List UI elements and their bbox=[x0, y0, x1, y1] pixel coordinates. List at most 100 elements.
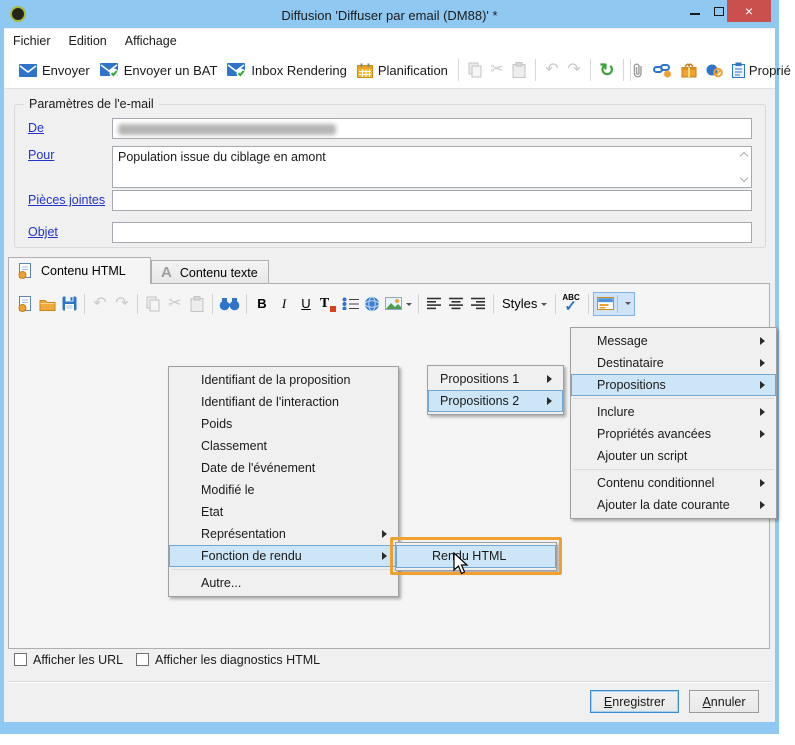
tab-contenu-texte[interactable]: A Contenu texte bbox=[151, 260, 269, 284]
menu-item-poids[interactable]: Poids bbox=[169, 413, 398, 435]
submenu-arrow-icon bbox=[760, 359, 769, 367]
scroll-down-icon[interactable] bbox=[737, 173, 750, 186]
menu-fichier[interactable]: Fichier bbox=[4, 31, 60, 51]
align-right-icon[interactable] bbox=[467, 292, 489, 316]
html-doc-icon bbox=[18, 263, 31, 279]
attachments-label-link[interactable]: Pièces jointes bbox=[28, 193, 105, 207]
menu-item-etat[interactable]: Etat bbox=[169, 501, 398, 523]
properties-clipboard-icon bbox=[731, 62, 745, 78]
attachment-icon[interactable] bbox=[632, 62, 644, 79]
to-label-link[interactable]: Pour bbox=[28, 148, 54, 162]
envelope-check-icon bbox=[99, 62, 119, 77]
refresh-icon[interactable]: ↻ bbox=[596, 58, 618, 82]
menu-item-destinataire[interactable]: Destinataire bbox=[571, 352, 776, 374]
menu-item-message[interactable]: Message bbox=[571, 330, 776, 352]
save-button[interactable]: Enregistrer bbox=[590, 690, 679, 713]
cut-icon: ✂ bbox=[168, 294, 182, 312]
menu-item-autre[interactable]: Autre... bbox=[169, 572, 398, 594]
separator bbox=[617, 294, 619, 313]
menu-item-date-evenement[interactable]: Date de l'événement bbox=[169, 457, 398, 479]
spellcheck-icon[interactable]: ABC ✓ bbox=[560, 293, 584, 315]
personalization-field-button[interactable] bbox=[593, 291, 636, 316]
separator bbox=[622, 59, 624, 81]
cut-icon: ✂ bbox=[490, 61, 504, 78]
menu-item-rendu-html[interactable]: Rendu HTML bbox=[396, 545, 556, 568]
image-icon[interactable] bbox=[383, 292, 414, 316]
schedule-button[interactable]: Planification bbox=[352, 59, 453, 82]
scroll-up-icon[interactable] bbox=[737, 148, 750, 161]
text-icon: A bbox=[161, 264, 172, 281]
menu-item-contenu-conditionnel[interactable]: Contenu conditionnel bbox=[571, 472, 776, 494]
menu-affichage[interactable]: Affichage bbox=[116, 31, 186, 51]
hyperlink-icon[interactable] bbox=[361, 292, 383, 316]
dropdown-icon[interactable] bbox=[625, 301, 632, 308]
offer-icon[interactable] bbox=[681, 62, 697, 78]
inbox-rendering-button[interactable]: Inbox Rendering bbox=[222, 59, 351, 82]
menu-item-proprietes-avancees[interactable]: Propriétés avancées bbox=[571, 423, 776, 445]
menu-item-propositions-1[interactable]: Propositions 1 bbox=[428, 368, 563, 390]
subject-label-link[interactable]: Objet bbox=[28, 225, 58, 239]
tab-contenu-html[interactable]: Contenu HTML bbox=[8, 257, 151, 284]
cancel-button[interactable]: Annuler bbox=[689, 690, 759, 713]
send-proof-button[interactable]: Envoyer un BAT bbox=[95, 59, 223, 82]
menu-item-representation[interactable]: Représentation bbox=[169, 523, 398, 545]
to-input[interactable]: Population issue du ciblage en amont bbox=[112, 146, 752, 188]
envelope-check-icon bbox=[227, 62, 246, 77]
show-urls-checkbox[interactable] bbox=[14, 653, 27, 666]
menu-item-identifiant-interaction[interactable]: Identifiant de l'interaction bbox=[169, 391, 398, 413]
find-icon[interactable] bbox=[217, 292, 242, 316]
window-title: Diffusion 'Diffuser par email (DM88)' * bbox=[281, 8, 498, 23]
subject-input[interactable] bbox=[112, 222, 752, 243]
redo-icon: ↷ bbox=[115, 294, 129, 312]
underline-button[interactable]: U bbox=[295, 292, 317, 316]
main-toolbar: Envoyer Envoyer un BAT Inbox Rendering P… bbox=[4, 52, 791, 89]
align-left-icon[interactable] bbox=[423, 292, 445, 316]
menu-item-date-courante[interactable]: Ajouter la date courante bbox=[571, 494, 776, 516]
submenu-arrow-icon bbox=[382, 530, 391, 538]
attachments-input[interactable] bbox=[112, 190, 752, 211]
link-icon[interactable] bbox=[652, 63, 672, 78]
close-button[interactable]: × bbox=[727, 0, 771, 22]
menu-item-fonction-de-rendu[interactable]: Fonction de rendu bbox=[169, 545, 398, 567]
separator bbox=[137, 293, 138, 314]
propositions-submenu: Propositions 1 Propositions 2 bbox=[427, 365, 564, 415]
show-urls-label: Afficher les URL bbox=[33, 653, 124, 667]
menu-item-propositions-2[interactable]: Propositions 2 bbox=[428, 390, 563, 412]
bullet-list-icon[interactable] bbox=[339, 292, 361, 316]
submenu-arrow-icon bbox=[760, 430, 769, 438]
menu-item-inclure[interactable]: Inclure bbox=[571, 401, 776, 423]
properties-button[interactable]: Proprié bbox=[731, 58, 795, 82]
close-icon: × bbox=[744, 3, 754, 19]
menu-edition[interactable]: Edition bbox=[60, 31, 116, 51]
save-icon[interactable] bbox=[58, 292, 80, 316]
dropdown-icon[interactable] bbox=[406, 303, 412, 309]
copy-icon bbox=[142, 292, 164, 316]
menu-item-classement[interactable]: Classement bbox=[169, 435, 398, 457]
from-label-link[interactable]: De bbox=[28, 121, 44, 135]
bold-button[interactable]: B bbox=[251, 292, 273, 316]
styles-dropdown[interactable]: Styles bbox=[498, 296, 551, 311]
show-diagnostics-checkbox[interactable] bbox=[136, 653, 149, 666]
menu-item-ajouter-script[interactable]: Ajouter un script bbox=[571, 445, 776, 467]
align-center-icon[interactable] bbox=[445, 292, 467, 316]
font-color-button[interactable]: T bbox=[317, 292, 339, 316]
open-icon[interactable] bbox=[36, 292, 58, 316]
send-button[interactable]: Envoyer bbox=[14, 59, 95, 82]
menu-item-identifiant-proposition[interactable]: Identifiant de la proposition bbox=[169, 369, 398, 391]
separator bbox=[534, 59, 536, 81]
submenu-arrow-icon bbox=[547, 375, 556, 383]
minimize-button[interactable] bbox=[683, 0, 707, 22]
submenu-arrow-icon bbox=[760, 501, 769, 509]
separator bbox=[418, 293, 419, 314]
proposition-fields-submenu: Identifiant de la proposition Identifian… bbox=[168, 366, 399, 597]
menu-item-propositions[interactable]: Propositions bbox=[571, 374, 776, 396]
rendu-submenu: Rendu HTML bbox=[395, 542, 557, 571]
menu-separator bbox=[171, 569, 396, 570]
untrack-icon[interactable] bbox=[706, 62, 723, 78]
new-content-icon[interactable] bbox=[14, 292, 36, 316]
group-title: Paramètres de l'e-mail bbox=[24, 97, 159, 111]
separator bbox=[555, 293, 557, 314]
field-icon bbox=[597, 297, 615, 310]
menu-item-modifie-le[interactable]: Modifié le bbox=[169, 479, 398, 501]
italic-button[interactable]: I bbox=[273, 292, 295, 316]
